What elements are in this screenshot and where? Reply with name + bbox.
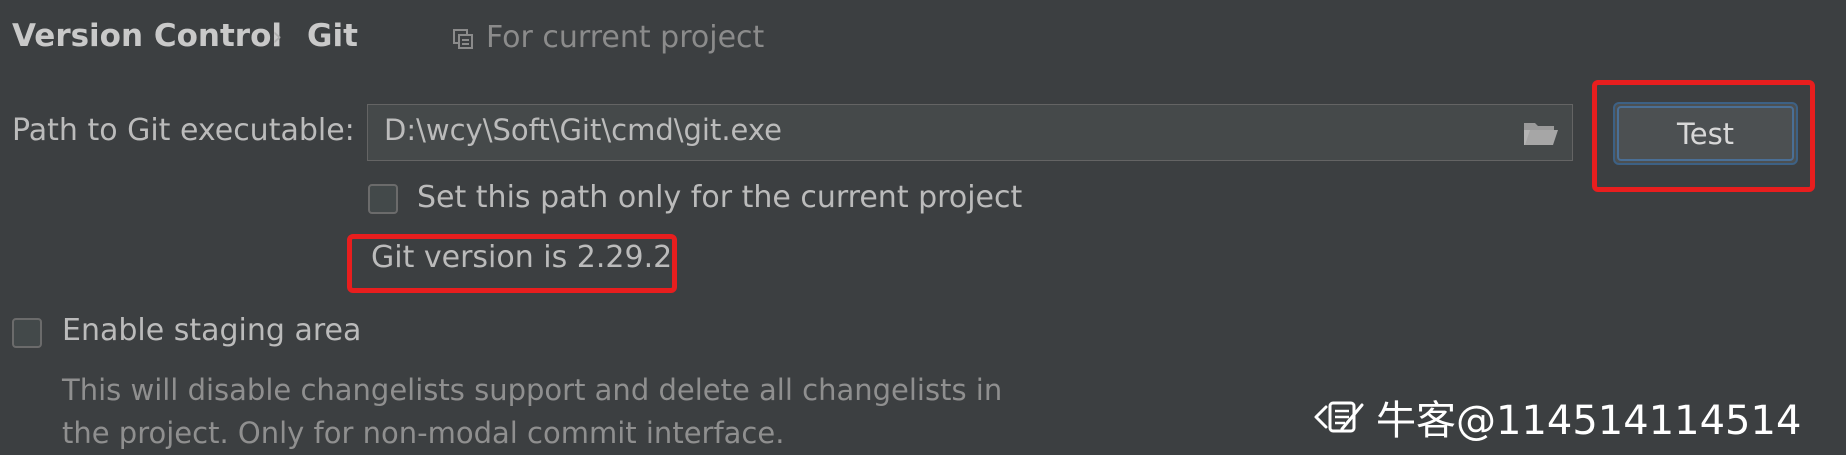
- test-button[interactable]: Test: [1613, 102, 1798, 165]
- breadcrumb-version-control[interactable]: Version Control: [12, 18, 282, 54]
- watermark-text: 牛客@114514114514: [1376, 398, 1802, 444]
- git-version-status: Git version is 2.29.2: [371, 240, 673, 275]
- current-project-checkbox-label[interactable]: Set this path only for the current proje…: [417, 180, 1022, 215]
- watermark: 牛客@114514114514: [1312, 388, 1801, 446]
- staging-area-label[interactable]: Enable staging area: [62, 313, 361, 348]
- staging-area-checkbox[interactable]: [12, 318, 42, 348]
- git-path-value[interactable]: D:\wcy\Soft\Git\cmd\git.exe: [384, 113, 782, 147]
- project-scope-icon: [453, 29, 473, 49]
- git-path-input[interactable]: D:\wcy\Soft\Git\cmd\git.exe: [367, 104, 1573, 161]
- nowcoder-logo-icon: [1314, 401, 1364, 433]
- scope-label: For current project: [486, 20, 765, 55]
- current-project-checkbox[interactable]: [368, 184, 398, 214]
- breadcrumb-separator: ›: [272, 22, 283, 52]
- page-title: Git: [307, 18, 358, 54]
- staging-area-description: This will disable changelists support an…: [62, 373, 1003, 450]
- git-path-label: Path to Git executable:: [12, 113, 355, 148]
- folder-icon[interactable]: [1522, 119, 1558, 147]
